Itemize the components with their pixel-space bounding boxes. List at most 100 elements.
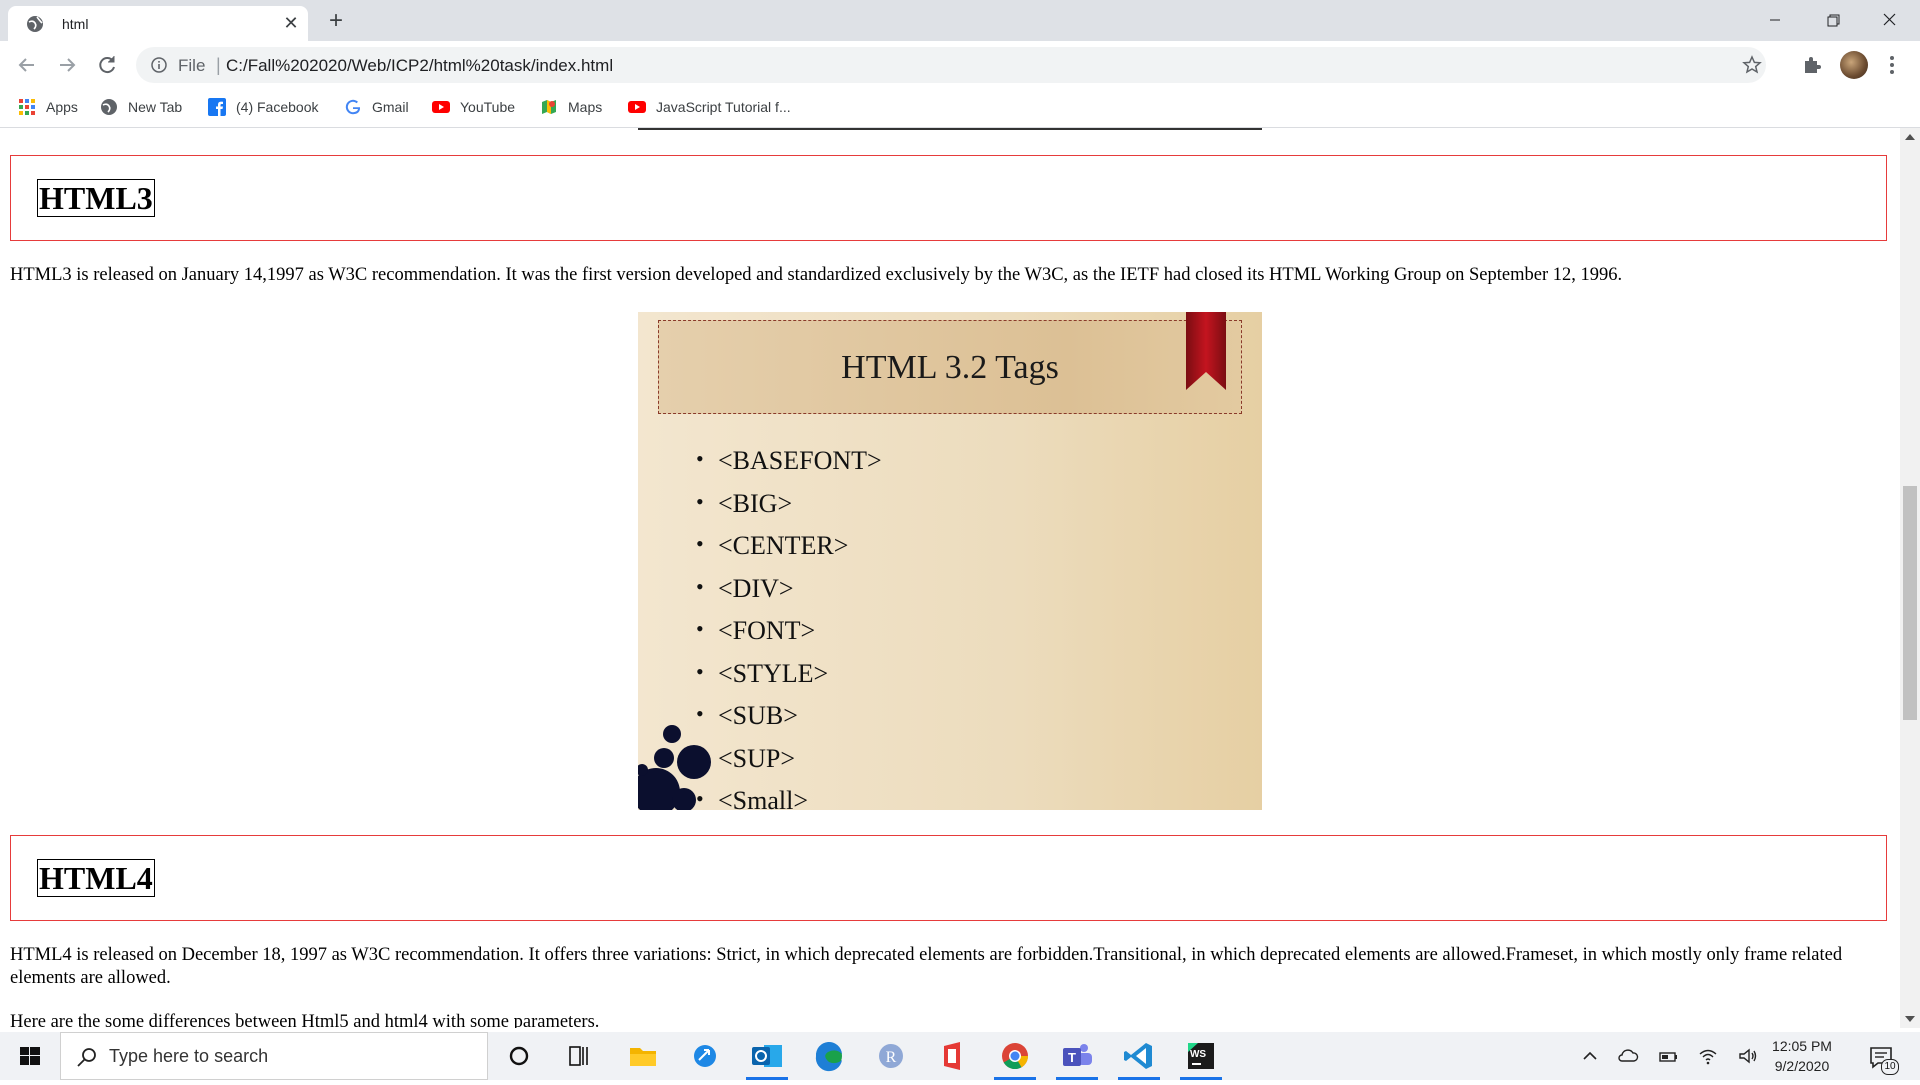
- outlook-app[interactable]: [740, 1032, 794, 1080]
- scheme-separator: |: [216, 55, 221, 75]
- page-scrollbar[interactable]: [1900, 128, 1920, 1028]
- bookmark-label: Maps: [568, 99, 603, 115]
- reload-icon[interactable]: [92, 50, 122, 80]
- bookmark-maps[interactable]: Maps: [540, 96, 602, 118]
- back-arrow-icon[interactable]: [12, 50, 42, 80]
- r-app-icon[interactable]: R: [864, 1032, 918, 1080]
- bookmark-label: (4) Facebook: [236, 99, 319, 115]
- minimize-icon[interactable]: [1752, 4, 1798, 36]
- extensions-puzzle-icon[interactable]: [1800, 53, 1824, 77]
- forward-arrow-icon[interactable]: [52, 50, 82, 80]
- scroll-up-icon[interactable]: [1905, 134, 1915, 140]
- slide-title: HTML 3.2 Tags: [841, 349, 1059, 386]
- globe-icon: [101, 99, 117, 115]
- svg-text:WS: WS: [1190, 1049, 1206, 1060]
- onedrive-cloud-icon[interactable]: [1616, 1044, 1640, 1068]
- action-center-button[interactable]: 10: [1866, 1042, 1899, 1075]
- html3-heading-box: HTML3: [10, 155, 1887, 241]
- info-icon[interactable]: [150, 56, 168, 74]
- browser-tab[interactable]: html ✕: [8, 6, 308, 41]
- tab-title: html: [62, 16, 89, 32]
- tag-item: <SUP>: [696, 736, 882, 781]
- more-menu-icon[interactable]: [1884, 51, 1900, 79]
- tag-item: <SUB>: [696, 693, 882, 738]
- taskbar-search-box[interactable]: Type here to search: [60, 1032, 488, 1080]
- scrollbar-thumb[interactable]: [1903, 486, 1917, 720]
- notification-count: 10: [1881, 1059, 1899, 1075]
- edge-icon[interactable]: [802, 1032, 856, 1080]
- html3-heading: HTML3: [37, 179, 155, 217]
- maps-icon: [542, 100, 556, 114]
- url-text[interactable]: C:/Fall%202020/Web/ICP2/html%20task/inde…: [226, 56, 613, 76]
- restore-icon[interactable]: [1810, 4, 1856, 36]
- html4-description: HTML4 is released on December 18, 1997 a…: [10, 945, 1843, 988]
- taskbar-clock[interactable]: 12:05 PM 9/2/2020: [1756, 1036, 1848, 1076]
- page-viewport: HTML3 HTML3 is released on January 14,19…: [0, 128, 1900, 1028]
- youtube-icon: [628, 101, 646, 113]
- tag-item: <BIG>: [696, 481, 882, 526]
- bookmark-javascript-tutorial[interactable]: JavaScript Tutorial f...: [628, 96, 791, 118]
- html4-heading: HTML4: [37, 859, 155, 897]
- bookmark-apps[interactable]: Apps: [18, 96, 78, 118]
- vscode-app[interactable]: [1112, 1032, 1166, 1080]
- differences-intro: Here are the some differences between Ht…: [10, 1012, 600, 1028]
- facebook-icon: [208, 98, 226, 116]
- profile-avatar[interactable]: [1840, 51, 1868, 79]
- bookmark-label: JavaScript Tutorial f...: [656, 99, 791, 115]
- scheme-label: File: [178, 56, 206, 75]
- tag-item: <DIV>: [696, 566, 882, 611]
- close-window-icon[interactable]: [1866, 4, 1912, 36]
- youtube-icon: [432, 101, 450, 113]
- address-bar[interactable]: File | C:/Fall%202020/Web/ICP2/html%20ta…: [136, 47, 1766, 83]
- google-icon: [345, 99, 361, 115]
- teams-icon: T: [1063, 1044, 1092, 1066]
- tag-item: <Small>: [696, 778, 882, 810]
- office-icon[interactable]: [926, 1032, 980, 1080]
- html32-tags-image: HTML 3.2 Tags <BASEFONT> <BIG> <CENTER> …: [638, 312, 1262, 810]
- tab-strip: html ✕ +: [0, 0, 1920, 41]
- html3-description: HTML3 is released on January 14,1997 as …: [10, 265, 1623, 285]
- new-tab-button[interactable]: +: [322, 8, 350, 36]
- bookmark-label: Gmail: [372, 99, 409, 115]
- bookmark-gmail[interactable]: Gmail: [344, 96, 409, 118]
- bookmark-facebook[interactable]: (4) Facebook: [208, 96, 318, 118]
- cortana-icon[interactable]: [492, 1032, 546, 1080]
- battery-icon[interactable]: [1656, 1044, 1680, 1068]
- task-view-icon[interactable]: [552, 1032, 606, 1080]
- bookmark-youtube[interactable]: YouTube: [432, 96, 515, 118]
- svg-text:T: T: [1068, 1050, 1076, 1065]
- svg-text:R: R: [886, 1049, 897, 1066]
- bookmark-ribbon-icon: [1186, 312, 1226, 390]
- windows-start-icon[interactable]: [0, 1032, 60, 1080]
- search-placeholder: Type here to search: [109, 1046, 269, 1066]
- browser-toolbar: File | C:/Fall%202020/Web/ICP2/html%20ta…: [0, 41, 1920, 88]
- wifi-icon[interactable]: [1696, 1044, 1720, 1068]
- search-icon: [77, 1048, 96, 1067]
- bookmark-label: YouTube: [460, 99, 516, 115]
- file-explorer-icon[interactable]: [616, 1032, 670, 1080]
- webstorm-app[interactable]: WS: [1174, 1032, 1228, 1080]
- close-tab-icon[interactable]: ✕: [280, 12, 302, 34]
- html4-heading-box: HTML4: [10, 835, 1887, 921]
- vscode-icon: [1124, 1043, 1152, 1069]
- bookmark-label: New Tab: [128, 99, 183, 115]
- tag-item: <CENTER>: [696, 523, 882, 568]
- bookmark-label: Apps: [46, 99, 78, 115]
- bookmark-new-tab[interactable]: New Tab: [100, 96, 182, 118]
- teams-app[interactable]: T: [1050, 1032, 1104, 1080]
- image-bottom-edge: [638, 128, 1262, 130]
- windows-taskbar: Type here to search R T WS 12:05 PM 9/2/…: [0, 1032, 1920, 1080]
- clock-time: 12:05 PM: [1772, 1038, 1832, 1054]
- outlook-icon: [752, 1045, 782, 1067]
- bookmark-star-icon[interactable]: [1742, 55, 1762, 75]
- scroll-down-icon[interactable]: [1905, 1016, 1915, 1022]
- globe-icon: [27, 16, 43, 32]
- sync-app-icon[interactable]: [678, 1032, 732, 1080]
- slide-title-box: HTML 3.2 Tags: [658, 320, 1242, 414]
- ink-splat-decoration: [638, 725, 711, 810]
- webstorm-icon: WS: [1188, 1043, 1214, 1069]
- chevron-up-icon[interactable]: [1578, 1044, 1602, 1068]
- tag-item: <STYLE>: [696, 651, 882, 696]
- chrome-app[interactable]: [988, 1032, 1042, 1080]
- bookmarks-bar: Apps New Tab (4) Facebook Gmail YouTube …: [0, 88, 1920, 128]
